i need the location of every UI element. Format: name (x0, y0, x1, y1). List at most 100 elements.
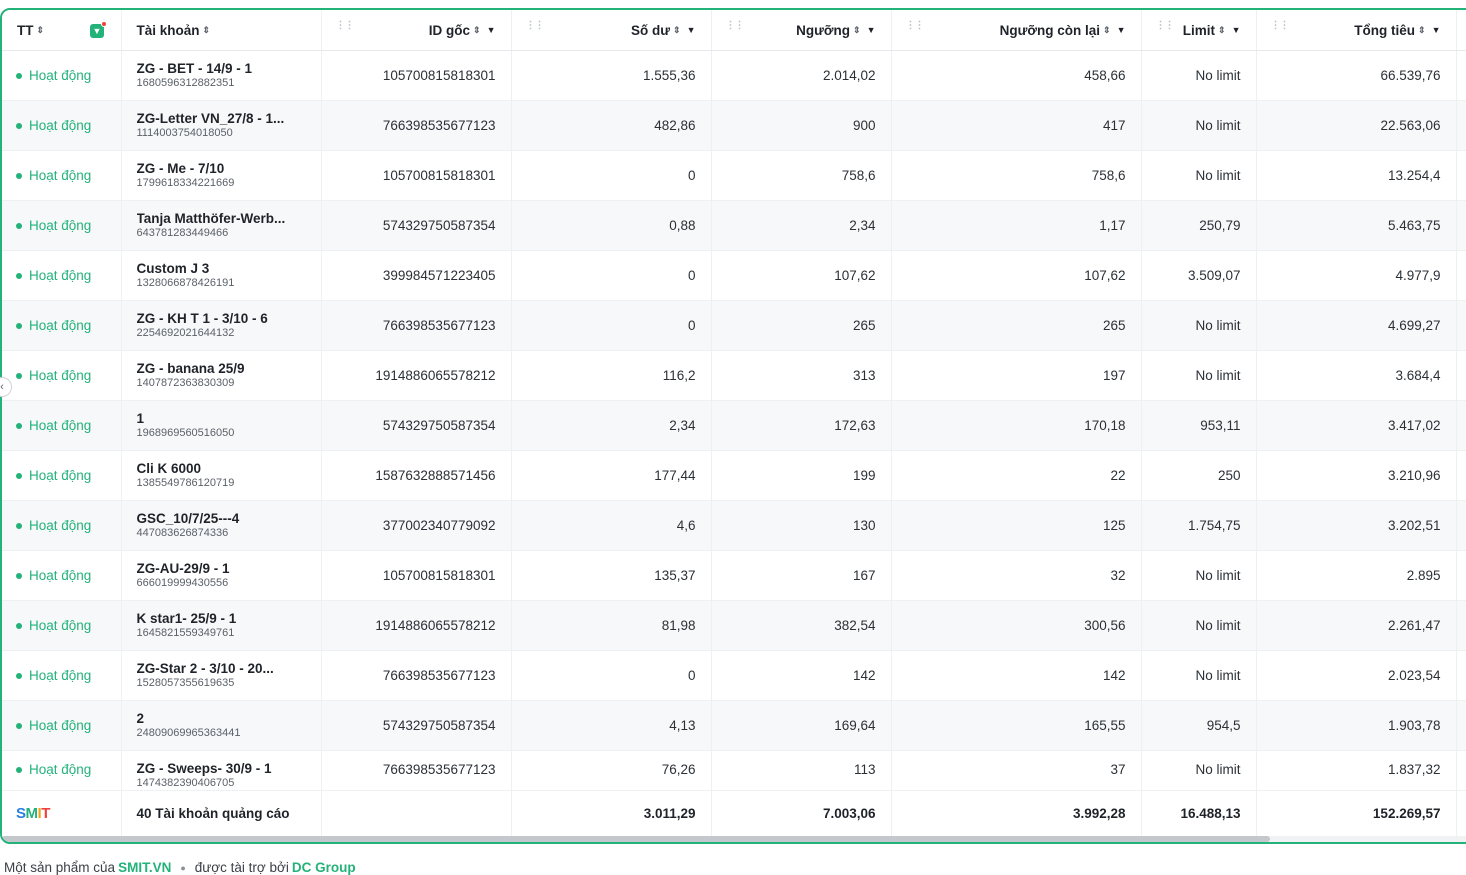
horizontal-scrollbar[interactable] (2, 836, 1466, 842)
table-row[interactable]: Hoạt động ZG - Sweeps- 30/9 - 1 1474382390… (2, 750, 1466, 791)
table-scroll-area[interactable]: TT ⇕ ▼ Tài khoản ⇕ ⋮⋮ ID gốc ⇕ ▼ ⋮⋮ Số d… (2, 10, 1466, 842)
column-header-nguong-con-lai[interactable]: ⋮⋮ Ngưỡng còn lại ⇕ ▼ (891, 10, 1142, 51)
status-text: Hoạt động (29, 762, 92, 777)
table-row[interactable]: Hoạt động Cli K 6000 1385549786120719 15876… (2, 450, 1466, 501)
filter-icon[interactable]: ▼ (90, 21, 107, 38)
sort-icon[interactable]: ⇕ (203, 25, 211, 36)
extra-cell (1456, 300, 1466, 351)
drag-handle-icon[interactable]: ⋮⋮ (726, 21, 745, 35)
account-cell[interactable]: Cli K 6000 1385549786120719 (121, 450, 322, 501)
column-header-id-goc[interactable]: ⋮⋮ ID gốc ⇕ ▼ (321, 10, 512, 51)
so-du-cell: 135,37 (511, 550, 712, 601)
table-row[interactable]: Hoạt động ZG - KH T 1 - 3/10 - 6 225469202… (2, 300, 1466, 351)
chevron-down-icon[interactable]: ▼ (1432, 25, 1441, 35)
column-label-nguong-con-lai: Ngưỡng còn lại (999, 22, 1101, 38)
status-dot-icon (16, 72, 22, 79)
account-name[interactable]: ZG - banana 25/9 (137, 361, 292, 377)
column-header-limit[interactable]: ⋮⋮ Limit ⇕ ▼ (1141, 10, 1257, 51)
account-name[interactable]: GSC_10/7/25---4 (137, 511, 292, 527)
status-text: Hoạt động (29, 468, 92, 483)
account-name[interactable]: ZG-Star 2 - 3/10 - 20... (137, 661, 292, 677)
account-cell[interactable]: GSC_10/7/25---4 447083626874336 (121, 500, 322, 551)
table-row[interactable]: Hoạt động ZG - BET - 14/9 - 1 168059631288… (2, 50, 1466, 101)
extra-cell (1456, 150, 1466, 201)
account-cell[interactable]: ZG-AU-29/9 - 1 666019999430556 (121, 550, 322, 601)
account-name[interactable]: 1 (137, 411, 292, 427)
drag-handle-icon[interactable]: ⋮⋮ (526, 21, 545, 35)
table-row[interactable]: Hoạt động 2 24809069965363441 5743297505873… (2, 700, 1466, 751)
column-header-account[interactable]: Tài khoản ⇕ (121, 10, 322, 51)
account-name[interactable]: Custom J 3 (137, 261, 292, 277)
account-cell[interactable]: ZG-Letter VN_27/8 - 1... 1114003754018050 (121, 100, 322, 151)
account-cell[interactable]: ZG - banana 25/9 1407872363830309 (121, 350, 322, 401)
sort-icon[interactable]: ⇕ (1418, 25, 1426, 36)
table-row[interactable]: Hoạt động K star1- 25/9 - 1 16458215593497… (2, 600, 1466, 651)
status-text: Hoạt động (29, 218, 92, 233)
account-name[interactable]: ZG-AU-29/9 - 1 (137, 561, 292, 577)
account-cell[interactable]: ZG - Me - 7/10 1799618334221669 (121, 150, 322, 201)
account-name[interactable]: ZG - BET - 14/9 - 1 (137, 61, 292, 77)
account-id: 1680596312882351 (136, 77, 235, 89)
footer-brand-link[interactable]: SMIT.VN (118, 860, 171, 875)
chevron-down-icon[interactable]: ▼ (487, 25, 496, 35)
account-cell[interactable]: 2 24809069965363441 (121, 700, 322, 751)
account-name[interactable]: 2 (137, 711, 292, 727)
sort-icon[interactable]: ⇕ (673, 25, 681, 36)
account-cell[interactable]: 1 1968969560516050 (121, 400, 322, 451)
horizontal-scrollbar-thumb[interactable] (2, 836, 1270, 842)
drag-handle-icon[interactable]: ⋮⋮ (906, 21, 925, 35)
account-name[interactable]: Cli K 6000 (137, 461, 292, 477)
account-cell[interactable]: ZG - BET - 14/9 - 1 1680596312882351 (121, 50, 322, 101)
account-cell[interactable]: ZG-Star 2 - 3/10 - 20... 1528057355619635 (121, 650, 322, 701)
account-cell[interactable]: ZG - KH T 1 - 3/10 - 6 2254692021644132 (121, 300, 322, 351)
drag-handle-icon[interactable]: ⋮⋮ (336, 21, 355, 35)
table-row[interactable]: Hoạt động ZG - Me - 7/10 1799618334221669 1… (2, 150, 1466, 201)
table-row[interactable]: Hoạt động ZG-AU-29/9 - 1 666019999430556 10… (2, 550, 1466, 601)
sort-icon[interactable]: ⇕ (1218, 25, 1226, 36)
column-header-tt[interactable]: TT ⇕ ▼ (2, 10, 122, 51)
chevron-down-icon[interactable]: ▼ (867, 25, 876, 35)
account-cell[interactable]: Custom J 3 1328066878426191 (121, 250, 322, 301)
sort-icon[interactable]: ⇕ (853, 25, 861, 36)
sort-icon[interactable]: ⇕ (37, 25, 45, 36)
status-text: Hoạt động (29, 68, 92, 83)
id-goc-cell: 105700815818301 (321, 50, 512, 101)
table-row[interactable]: Hoạt động ZG-Letter VN_27/8 - 1... 1114003… (2, 100, 1466, 151)
account-name[interactable]: Tanja Matthöfer-Werb... (137, 211, 292, 227)
drag-handle-icon[interactable]: ⋮⋮ (1156, 21, 1175, 35)
column-header-so-du[interactable]: ⋮⋮ Số dư ⇕ ▼ (511, 10, 712, 51)
column-header-tong-tieu[interactable]: ⋮⋮ Tổng tiêu ⇕ ▼ (1256, 10, 1457, 51)
column-header-nguong[interactable]: ⋮⋮ Ngưỡng ⇕ ▼ (711, 10, 892, 51)
footer-sponsor-link[interactable]: DC Group (292, 860, 356, 875)
table-row[interactable]: Hoạt động GSC_10/7/25---4 447083626874336 3… (2, 500, 1466, 551)
account-name[interactable]: ZG-Letter VN_27/8 - 1... (137, 111, 292, 127)
status-text: Hoạt động (29, 268, 92, 283)
account-cell[interactable]: K star1- 25/9 - 1 1645821559349761 (121, 600, 322, 651)
account-cell[interactable]: ZG - Sweeps- 30/9 - 1 1474382390406705 (121, 750, 322, 791)
nguong-con-lai-cell: 107,62 (891, 250, 1142, 301)
chevron-down-icon[interactable]: ▼ (687, 25, 696, 35)
id-goc-cell: 105700815818301 (321, 150, 512, 201)
account-cell[interactable]: Tanja Matthöfer-Werb... 643781283449466 (121, 200, 322, 251)
drag-handle-icon[interactable]: ⋮⋮ (1271, 21, 1290, 35)
table-row[interactable]: Hoạt động Tanja Matthöfer-Werb... 64378128… (2, 200, 1466, 251)
sort-icon[interactable]: ⇕ (473, 25, 481, 36)
status-dot-icon (16, 722, 22, 729)
account-name[interactable]: K star1- 25/9 - 1 (137, 611, 292, 627)
status-text: Hoạt động (29, 368, 92, 383)
status-cell: Hoạt động (2, 600, 122, 651)
account-name[interactable]: ZG - Me - 7/10 (137, 161, 292, 177)
table-row[interactable]: Hoạt động 1 1968969560516050 57432975058735… (2, 400, 1466, 451)
table-row[interactable]: Hoạt động ZG - banana 25/9 140787236383030… (2, 350, 1466, 401)
table-row[interactable]: Hoạt động Custom J 3 1328066878426191 39998… (2, 250, 1466, 301)
account-id: 2254692021644132 (136, 327, 235, 339)
sort-icon[interactable]: ⇕ (1103, 25, 1111, 36)
table-row[interactable]: Hoạt động ZG-Star 2 - 3/10 - 20... 1528057… (2, 650, 1466, 701)
account-name[interactable]: ZG - Sweeps- 30/9 - 1 (137, 761, 292, 777)
tong-tieu-cell: 3.202,51 (1256, 500, 1457, 551)
id-goc-cell: 574329750587354 (321, 700, 512, 751)
chevron-down-icon[interactable]: ▼ (1117, 25, 1126, 35)
account-name[interactable]: ZG - KH T 1 - 3/10 - 6 (137, 311, 292, 327)
chevron-down-icon[interactable]: ▼ (1232, 25, 1241, 35)
nguong-cell: 107,62 (711, 250, 892, 301)
